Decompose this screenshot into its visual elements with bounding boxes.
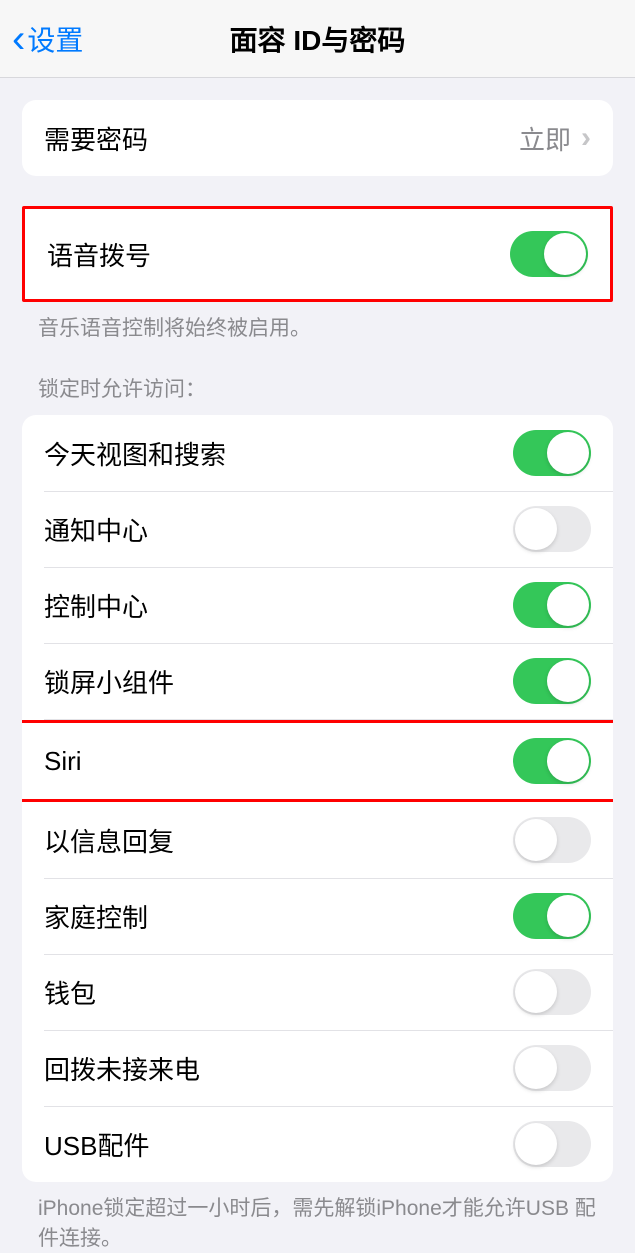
- lock-access-label: 家庭控制: [44, 898, 148, 935]
- toggle-以信息回复[interactable]: [513, 817, 591, 863]
- lock-access-row-usb配件: USB配件: [22, 1106, 613, 1182]
- lock-access-row-通知中心: 通知中心: [22, 491, 613, 567]
- voice-dial-footer: 音乐语音控制将始终被启用。: [0, 302, 635, 343]
- lock-access-row-家庭控制: 家庭控制: [22, 878, 613, 954]
- toggle-今天视图和搜索[interactable]: [513, 430, 591, 476]
- voice-dial-label: 语音拨号: [47, 236, 151, 273]
- lock-access-label: 回拨未接来电: [44, 1050, 200, 1087]
- require-passcode-row[interactable]: 需要密码 立即 ›: [22, 100, 613, 176]
- highlight-siri: Siri: [22, 720, 613, 802]
- voice-dial-toggle[interactable]: [510, 231, 588, 277]
- back-button[interactable]: ‹ 设置: [0, 19, 83, 59]
- lock-access-label: 钱包: [44, 974, 96, 1011]
- toggle-回拨未接来电[interactable]: [513, 1045, 591, 1091]
- lock-access-row-以信息回复: 以信息回复: [22, 802, 613, 878]
- lock-access-row-siri: Siri: [22, 723, 613, 799]
- toggle-控制中心[interactable]: [513, 582, 591, 628]
- lock-access-label: 控制中心: [44, 587, 148, 624]
- toggle-通知中心[interactable]: [513, 506, 591, 552]
- require-passcode-value: 立即: [519, 120, 571, 157]
- toggle-钱包[interactable]: [513, 969, 591, 1015]
- lock-access-label: 锁屏小组件: [44, 663, 174, 700]
- lock-access-label: Siri: [44, 746, 82, 777]
- back-label: 设置: [27, 19, 83, 59]
- toggle-siri[interactable]: [513, 738, 591, 784]
- lock-access-row-钱包: 钱包: [22, 954, 613, 1030]
- lock-access-label: 以信息回复: [44, 822, 174, 859]
- usb-footer: iPhone锁定超过一小时后，需先解锁iPhone才能允许USB 配件连接。: [0, 1182, 635, 1253]
- lock-access-row-回拨未接来电: 回拨未接来电: [22, 1030, 613, 1106]
- page-title: 面容 ID与密码: [0, 19, 635, 59]
- navigation-bar: ‹ 设置 面容 ID与密码: [0, 0, 635, 78]
- lock-access-row-控制中心: 控制中心: [22, 567, 613, 643]
- highlight-voice-dial: 语音拨号: [22, 206, 613, 302]
- lock-access-header: 锁定时允许访问：: [0, 343, 635, 415]
- group-require-passcode: 需要密码 立即 ›: [22, 100, 613, 176]
- lock-access-label: 今天视图和搜索: [44, 435, 226, 472]
- chevron-left-icon: ‹: [12, 19, 25, 59]
- toggle-家庭控制[interactable]: [513, 893, 591, 939]
- toggle-锁屏小组件[interactable]: [513, 658, 591, 704]
- lock-access-label: 通知中心: [44, 511, 148, 548]
- voice-dial-row: 语音拨号: [25, 209, 610, 299]
- require-passcode-label: 需要密码: [44, 120, 148, 157]
- toggle-usb配件[interactable]: [513, 1121, 591, 1167]
- lock-access-row-锁屏小组件: 锁屏小组件: [22, 643, 613, 719]
- group-lock-access: 今天视图和搜索通知中心控制中心锁屏小组件 Siri 以信息回复家庭控制钱包回拨未接来…: [22, 415, 613, 1182]
- chevron-right-icon: ›: [581, 121, 591, 155]
- lock-access-label: USB配件: [44, 1126, 149, 1163]
- lock-access-row-今天视图和搜索: 今天视图和搜索: [22, 415, 613, 491]
